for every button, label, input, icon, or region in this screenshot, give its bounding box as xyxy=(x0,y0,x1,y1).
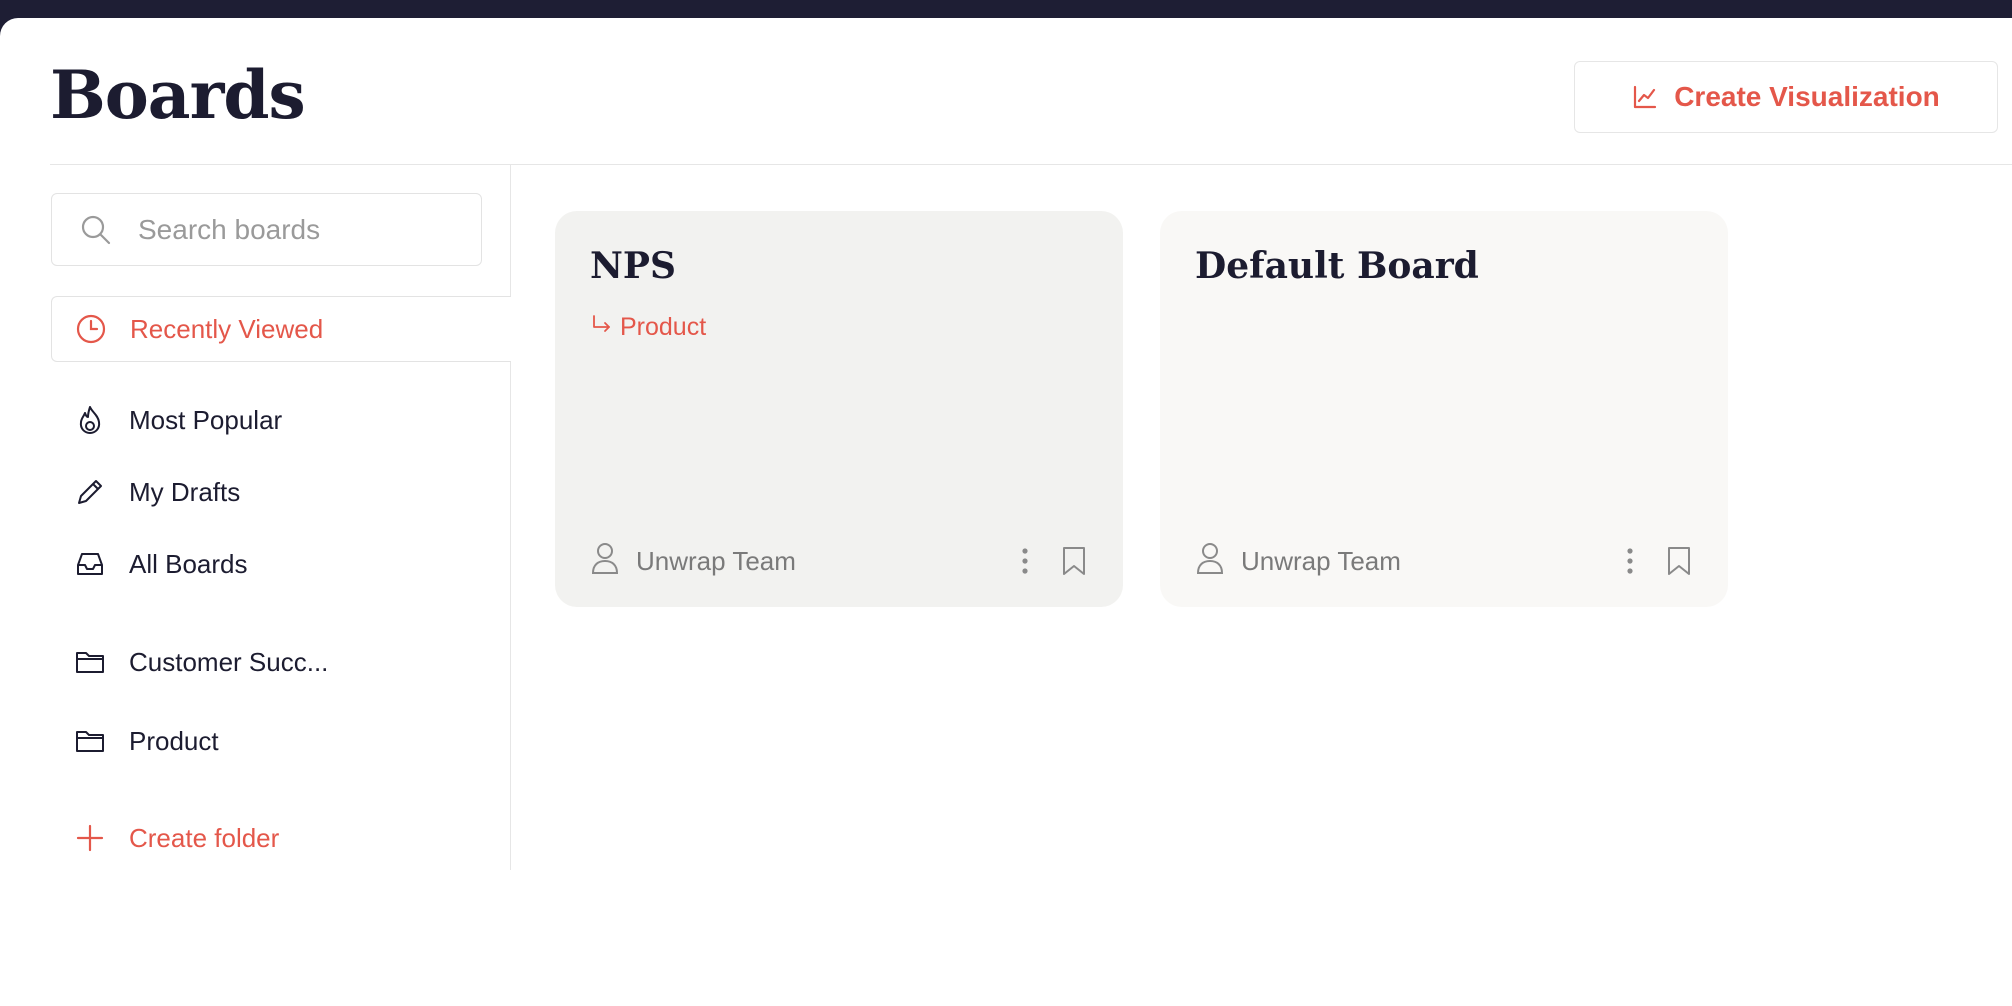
sidebar-item-label: Recently Viewed xyxy=(130,313,324,344)
user-icon xyxy=(1195,541,1225,582)
sidebar-item-all-boards[interactable]: All Boards xyxy=(51,531,511,597)
board-title: Default Board xyxy=(1195,245,1479,287)
more-options-icon[interactable] xyxy=(1625,547,1635,575)
line-chart-icon xyxy=(1632,84,1658,110)
sidebar-folder-product[interactable]: Product xyxy=(51,708,511,774)
board-owner-label: Unwrap Team xyxy=(1241,545,1401,576)
board-card-nps[interactable]: NPS Product Unwrap Team xyxy=(555,211,1123,607)
boards-page: Boards Create Visualization Re xyxy=(0,18,2012,1006)
folder-icon xyxy=(73,724,107,758)
user-icon xyxy=(590,541,620,582)
sidebar-item-my-drafts[interactable]: My Drafts xyxy=(51,459,511,525)
search-icon xyxy=(80,214,112,246)
board-folder-label: Product xyxy=(620,313,707,341)
sidebar-folder-customer-success[interactable]: Customer Succ... xyxy=(51,629,511,695)
board-owner: Unwrap Team xyxy=(1195,541,1625,582)
sidebar-item-label: Most Popular xyxy=(129,404,283,435)
board-card-default-board[interactable]: Default Board Unwrap Team xyxy=(1160,211,1728,607)
page-title: Boards xyxy=(50,56,306,134)
more-options-icon[interactable] xyxy=(1020,547,1030,575)
bookmark-icon[interactable] xyxy=(1665,545,1693,577)
board-card-actions xyxy=(1625,545,1693,577)
create-visualization-label: Create Visualization xyxy=(1674,81,1940,112)
bookmark-icon[interactable] xyxy=(1060,545,1088,577)
folder-icon xyxy=(73,645,107,679)
inbox-icon xyxy=(73,547,107,581)
board-card-footer: Unwrap Team xyxy=(590,541,1088,581)
subdirectory-arrow-icon xyxy=(590,313,612,342)
board-card-footer: Unwrap Team xyxy=(1195,541,1693,581)
board-owner: Unwrap Team xyxy=(590,541,1020,582)
search-input[interactable] xyxy=(136,212,460,247)
header-divider xyxy=(50,164,2012,165)
flame-icon xyxy=(73,403,107,437)
board-owner-label: Unwrap Team xyxy=(636,545,796,576)
create-folder-label: Create folder xyxy=(129,822,280,853)
sidebar-folder-label: Product xyxy=(129,725,219,756)
sidebar-item-label: All Boards xyxy=(129,548,248,579)
sidebar-item-recently-viewed[interactable]: Recently Viewed xyxy=(51,296,511,362)
plus-icon xyxy=(73,821,107,855)
search-box[interactable] xyxy=(51,193,482,266)
board-card-actions xyxy=(1020,545,1088,577)
sidebar-item-label: My Drafts xyxy=(129,476,241,507)
sidebar-folder-label: Customer Succ... xyxy=(129,646,329,677)
sidebar-item-most-popular[interactable]: Most Popular xyxy=(51,387,511,453)
create-folder-button[interactable]: Create folder xyxy=(51,805,511,871)
pencil-icon xyxy=(73,475,107,509)
board-title: NPS xyxy=(590,245,676,287)
create-visualization-button[interactable]: Create Visualization xyxy=(1574,61,1998,133)
clock-icon xyxy=(74,312,108,346)
board-folder-link[interactable]: Product xyxy=(590,313,706,342)
